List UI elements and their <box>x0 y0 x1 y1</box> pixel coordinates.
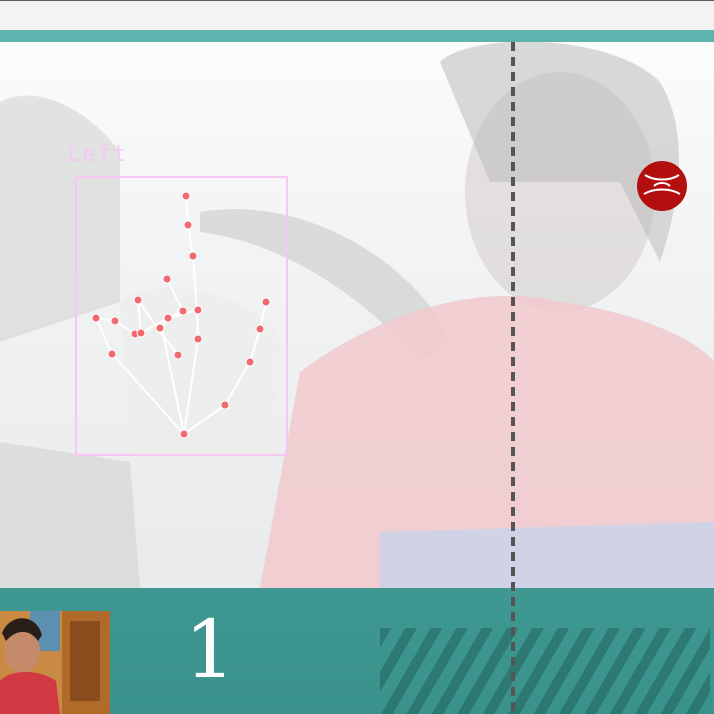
webcam-thumbnail <box>0 611 110 714</box>
landmark-point <box>183 220 193 230</box>
landmark-point <box>91 313 101 323</box>
landmark-point <box>193 334 203 344</box>
landmark-point <box>162 274 172 284</box>
landmark-point <box>179 429 189 439</box>
landmark-points <box>91 191 271 439</box>
landmark-point <box>133 295 143 305</box>
landmark-point <box>136 328 146 338</box>
landmark-point <box>181 191 191 201</box>
landmark-point <box>220 400 230 410</box>
landmark-point <box>155 323 165 333</box>
landmark-point <box>173 350 183 360</box>
landmark-point <box>110 316 120 326</box>
landmark-point <box>188 251 198 261</box>
landmark-point <box>261 297 271 307</box>
hand-landmarks <box>91 191 271 439</box>
landmark-point <box>178 306 188 316</box>
landmark-point <box>255 324 265 334</box>
landmark-point <box>193 305 203 315</box>
landmark-point <box>245 357 255 367</box>
score-display: 1 <box>184 603 236 696</box>
landmark-point <box>163 313 173 323</box>
landmark-point <box>107 349 117 359</box>
